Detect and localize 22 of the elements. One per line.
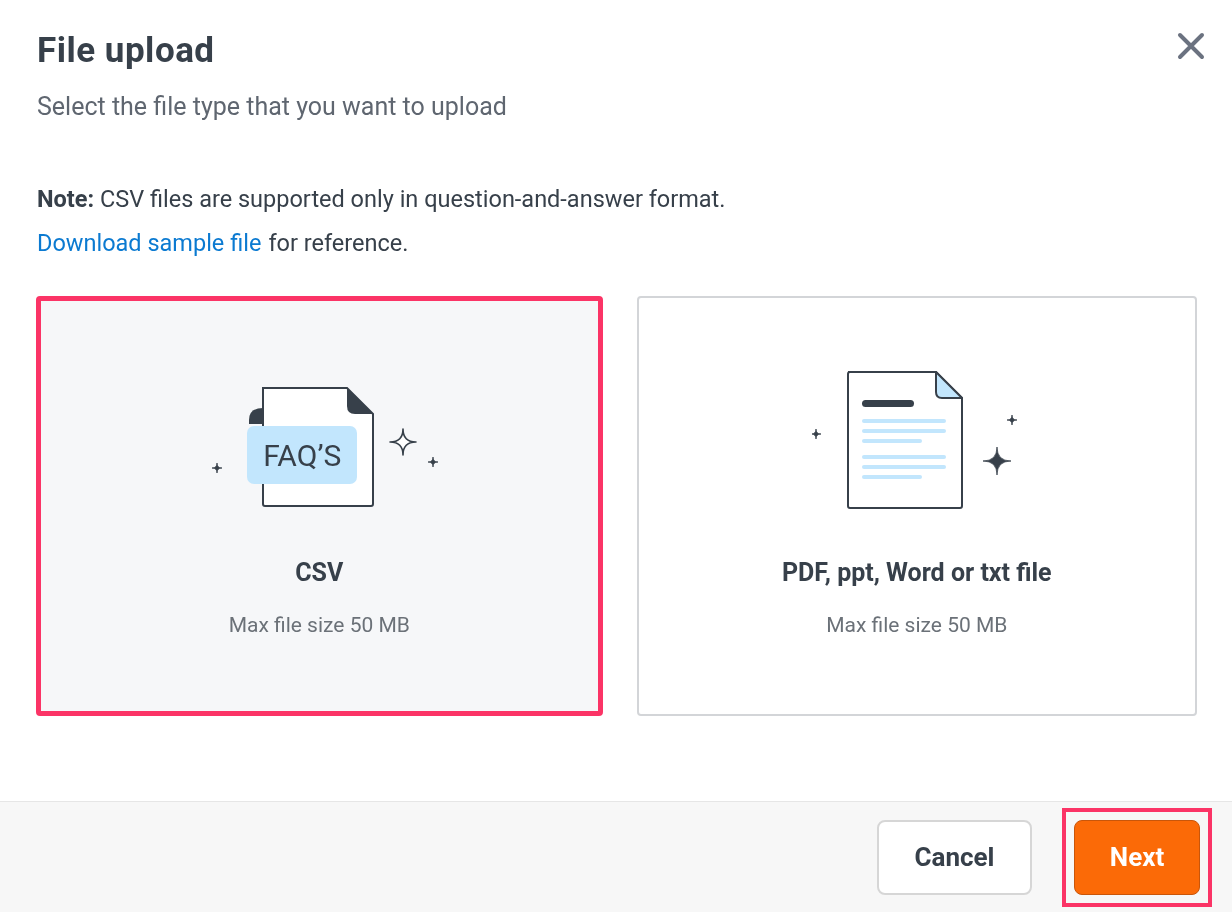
download-link[interactable]: Download sample file <box>37 225 262 260</box>
sparkle-icon <box>982 446 1012 476</box>
note-suffix: for reference. <box>268 227 409 259</box>
close-icon[interactable] <box>1177 32 1205 60</box>
document-icon <box>846 371 963 509</box>
sparkle-icon <box>1006 414 1018 426</box>
sparkle-icon <box>389 428 418 456</box>
sparkle-icon <box>211 462 223 474</box>
card-title: PDF, ppt, Word or txt file <box>781 557 1052 589</box>
dialog-subtitle: Select the file type that you want to upload <box>37 91 508 123</box>
file-type-card[interactable]: PDF, ppt, Word or txt file Max file size 50 MB <box>636 295 1197 716</box>
sparkle-icon <box>811 428 822 440</box>
dialog-title: File upload <box>37 29 215 73</box>
file-icon <box>247 387 375 507</box>
card-caption: Max file size 50 MB <box>826 611 1008 639</box>
sparkle-icon <box>427 456 439 468</box>
cancel-button[interactable]: Cancel <box>877 819 1032 895</box>
card-title: CSV <box>295 557 344 589</box>
card-caption: Max file size 50 MB <box>228 611 410 639</box>
file-type-card[interactable]: FAQ’S CSV Max file size 50 MB <box>36 295 603 716</box>
note-text: Note: CSV files are supported only in question-and-answer format. <box>37 183 727 215</box>
icon-label: FAQ’S <box>262 436 343 475</box>
